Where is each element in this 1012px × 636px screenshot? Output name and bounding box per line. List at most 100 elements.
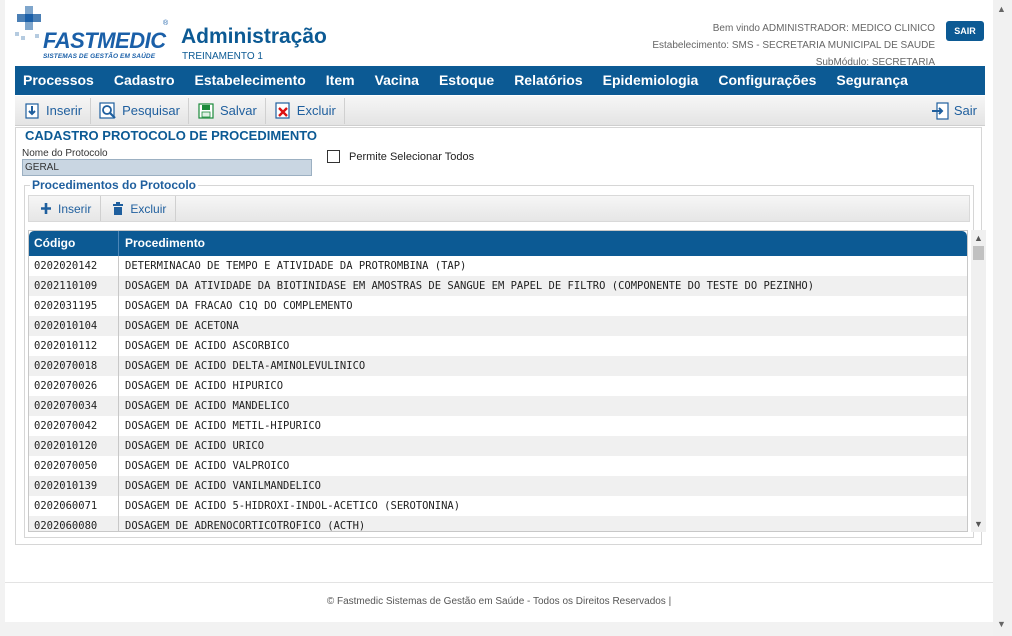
protocol-form-panel: CADASTRO PROTOCOLO DE PROCEDIMENTO Nome … — [15, 127, 986, 545]
cell-procedure: DOSAGEM DA ATIVIDADE DA BIOTINIDASE EM A… — [125, 280, 815, 292]
form-title: CADASTRO PROTOCOLO DE PROCEDIMENTO — [24, 128, 319, 143]
cell-procedure: DOSAGEM DE ACIDO HIPURICO — [125, 380, 284, 392]
cell-procedure: DOSAGEM DE ACETONA — [125, 320, 239, 332]
cell-code: 0202010112 — [29, 336, 119, 356]
cell-procedure: DOSAGEM DE ACIDO METIL-HIPURICO — [125, 420, 321, 432]
plus-icon — [40, 202, 52, 215]
table-row[interactable]: 0202060071 DOSAGEM DE ACIDO 5-HIDROXI-IND… — [29, 496, 967, 516]
welcome-text: Bem vindo ADMINISTRADOR: MEDICO CLINICO — [712, 23, 935, 34]
cell-procedure: DOSAGEM DE ACIDO DELTA-AMINOLEVULINICO — [125, 360, 366, 372]
menu-item-processos[interactable]: Processos — [15, 66, 104, 95]
cell-code: 0202010120 — [29, 436, 119, 456]
menu-item-item[interactable]: Item — [316, 66, 365, 95]
cell-code: 0202060071 — [29, 496, 119, 516]
column-header-code[interactable]: Código — [29, 231, 119, 256]
logo-tagline: SISTEMAS DE GESTÃO EM SAÚDE — [43, 53, 156, 60]
table-row[interactable]: 0202010112 DOSAGEM DE ACIDO ASCORBICO — [29, 336, 967, 356]
cell-procedure: DOSAGEM DE ACIDO MANDELICO — [125, 400, 290, 412]
menu-item-configuracoes[interactable]: Configurações — [708, 66, 826, 95]
logo-cross-icon — [15, 6, 41, 40]
page: FASTMEDIC SISTEMAS DE GESTÃO EM SAÚDE ® … — [5, 0, 993, 622]
insert-label: Inserir — [46, 103, 83, 118]
cell-code: 0202070018 — [29, 356, 119, 376]
logout-button[interactable]: SAIR — [946, 21, 984, 41]
table-row[interactable]: 0202020142 DETERMINACAO DE TEMPO E ATIVID… — [29, 256, 967, 276]
page-title: Administração — [181, 25, 327, 48]
save-button[interactable]: Salvar — [189, 97, 266, 124]
column-header-procedure[interactable]: Procedimento — [119, 231, 967, 256]
exit-button[interactable]: Sair — [923, 98, 985, 124]
table-row[interactable]: 0202070042 DOSAGEM DE ACIDO METIL-HIPURIC… — [29, 416, 967, 436]
cell-code: 0202031195 — [29, 296, 119, 316]
table-row[interactable]: 0202060080 DOSAGEM DE ADRENOCORTICOTROFIC… — [29, 516, 967, 532]
procedure-delete-label: Excluir — [130, 201, 167, 216]
trash-icon — [112, 202, 124, 215]
table-scrollbar[interactable]: ▲ ▼ — [971, 230, 986, 532]
table-row[interactable]: 0202010139 DOSAGEM DE ACIDO VANILMANDELIC… — [29, 476, 967, 496]
protocol-name-input[interactable]: GERAL — [22, 159, 312, 176]
table-row[interactable]: 0202031195 DOSAGEM DA FRACAO C1Q DO COMPL… — [29, 296, 967, 316]
search-button[interactable]: Pesquisar — [91, 97, 189, 124]
main-menu: Processos Cadastro Estabelecimento Item … — [15, 66, 985, 95]
establishment-text: Estabelecimento: SMS - SECRETARIA MUNICI… — [652, 40, 935, 51]
menu-item-relatorios[interactable]: Relatórios — [504, 66, 592, 95]
table-row[interactable]: 0202010120 DOSAGEM DE ACIDO URICO — [29, 436, 967, 456]
menu-item-estoque[interactable]: Estoque — [429, 66, 504, 95]
exit-label: Sair — [953, 103, 977, 118]
delete-label: Excluir — [296, 103, 336, 118]
logo-registered-mark: ® — [163, 20, 169, 27]
header: FASTMEDIC SISTEMAS DE GESTÃO EM SAÚDE ® … — [5, 0, 993, 68]
cell-procedure: DOSAGEM DA FRACAO C1Q DO COMPLEMENTO — [125, 300, 353, 312]
table-row[interactable]: 0202070034 DOSAGEM DE ACIDO MANDELICO — [29, 396, 967, 416]
cell-code: 0202010139 — [29, 476, 119, 496]
search-icon — [99, 101, 117, 120]
cell-procedure: DOSAGEM DE ACIDO URICO — [125, 440, 265, 452]
action-toolbar: Inserir Pesquisar Salvar Excluir Sair — [15, 96, 985, 126]
delete-button[interactable]: Excluir — [266, 97, 345, 124]
procedure-delete-button[interactable]: Excluir — [101, 196, 177, 221]
cell-procedure: DOSAGEM DE ACIDO VALPROICO — [125, 460, 290, 472]
cell-code: 0202060080 — [29, 516, 119, 531]
menu-item-estabelecimento[interactable]: Estabelecimento — [185, 66, 316, 95]
scroll-down-icon[interactable]: ▼ — [971, 517, 986, 531]
menu-item-seguranca[interactable]: Segurança — [826, 66, 918, 95]
procedure-insert-button[interactable]: Inserir — [29, 196, 102, 221]
cell-code: 0202010104 — [29, 316, 119, 336]
insert-button[interactable]: Inserir — [15, 97, 92, 124]
cell-procedure: DOSAGEM DE ACIDO ASCORBICO — [125, 340, 290, 352]
protocol-name-label: Nome do Protocolo — [22, 148, 108, 159]
table-row[interactable]: 0202070026 DOSAGEM DE ACIDO HIPURICO — [29, 376, 967, 396]
select-all-checkbox[interactable] — [327, 150, 340, 163]
menu-item-epidemiologia[interactable]: Epidemiologia — [593, 66, 709, 95]
menu-item-vacina[interactable]: Vacina — [365, 66, 429, 95]
save-icon — [197, 102, 215, 120]
cell-code: 0202070026 — [29, 376, 119, 396]
cell-code: 0202070042 — [29, 416, 119, 436]
environment-label: TREINAMENTO 1 — [182, 51, 263, 62]
exit-icon — [931, 101, 949, 120]
cell-code: 0202020142 — [29, 256, 119, 276]
table-row[interactable]: 0202070050 DOSAGEM DE ACIDO VALPROICO — [29, 456, 967, 476]
procedures-toolbar: Inserir Excluir — [28, 195, 970, 222]
page-scroll-up-icon[interactable]: ▲ — [997, 4, 1006, 14]
insert-icon — [23, 102, 41, 120]
table-row[interactable]: 0202010104 DOSAGEM DE ACETONA — [29, 316, 967, 336]
table-row[interactable]: 0202110109 DOSAGEM DA ATIVIDADE DA BIOTIN… — [29, 276, 967, 296]
save-label: Salvar — [219, 103, 257, 118]
scroll-up-icon[interactable]: ▲ — [971, 231, 986, 245]
page-scrollbar[interactable]: ▲ ▼ — [993, 0, 1010, 636]
menu-item-cadastro[interactable]: Cadastro — [104, 66, 185, 95]
logo-text: FASTMEDIC — [43, 28, 166, 53]
user-info: Bem vindo ADMINISTRADOR: MEDICO CLINICO … — [652, 20, 935, 71]
procedures-panel: Procedimentos do Protocolo Inserir Exclu… — [24, 178, 986, 538]
page-scroll-down-icon[interactable]: ▼ — [997, 619, 1006, 629]
table-header: Código Procedimento — [29, 231, 967, 256]
cell-code: 0202070034 — [29, 396, 119, 416]
footer-text: © Fastmedic Sistemas de Gestão em Saúde … — [326, 596, 672, 607]
cell-procedure: DOSAGEM DE ADRENOCORTICOTROFICO (ACTH) — [125, 520, 366, 532]
table-row[interactable]: 0202070018 DOSAGEM DE ACIDO DELTA-AMINOLE… — [29, 356, 967, 376]
footer-divider — [5, 582, 993, 583]
scroll-thumb[interactable] — [973, 246, 984, 260]
procedures-table: Código Procedimento 0202020142 DETERMINAC… — [28, 230, 968, 532]
delete-icon — [274, 101, 292, 120]
